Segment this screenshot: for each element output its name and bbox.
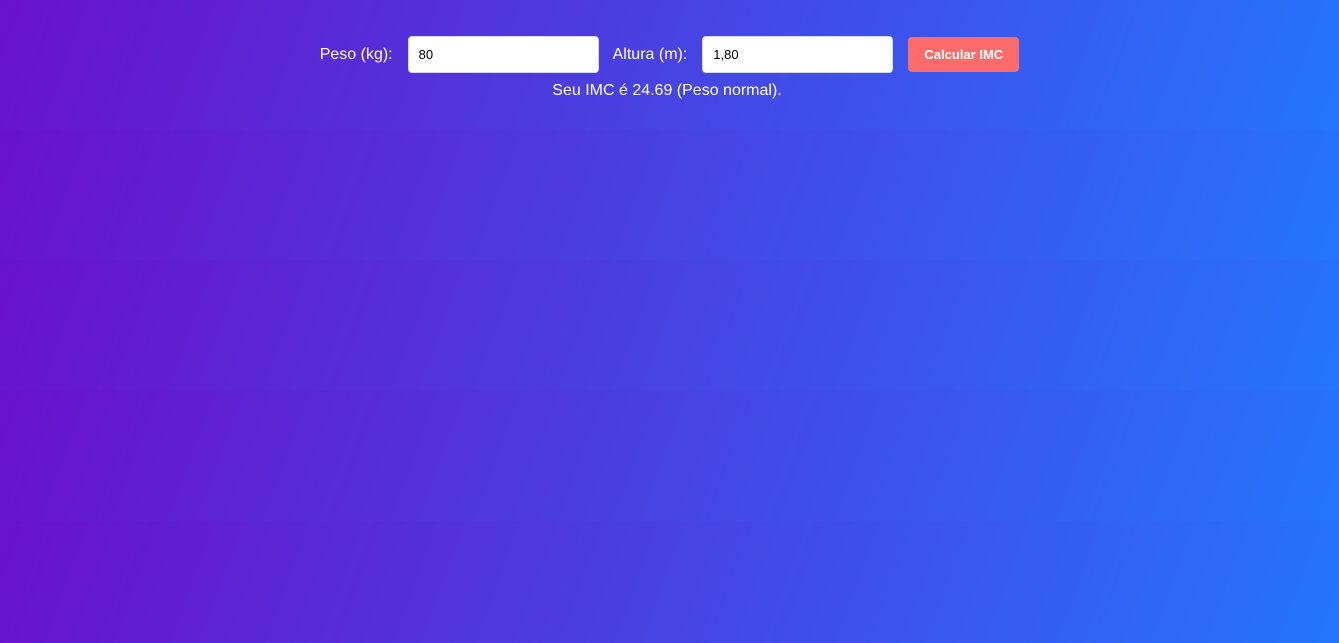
height-input[interactable] (702, 36, 894, 73)
bmi-form: Peso (kg): Altura (m): Calcular IMC (0, 36, 1339, 73)
background-band (0, 390, 1339, 521)
background-band (0, 260, 1339, 390)
weight-input[interactable] (407, 36, 599, 73)
background-band (0, 130, 1339, 260)
calculate-bmi-button[interactable]: Calcular IMC (908, 37, 1020, 72)
height-label: Altura (m): (612, 45, 688, 63)
bmi-result-text: Seu IMC é 24.69 (Peso normal). (552, 82, 782, 99)
weight-label: Peso (kg): (319, 45, 393, 63)
background-band (0, 521, 1339, 643)
